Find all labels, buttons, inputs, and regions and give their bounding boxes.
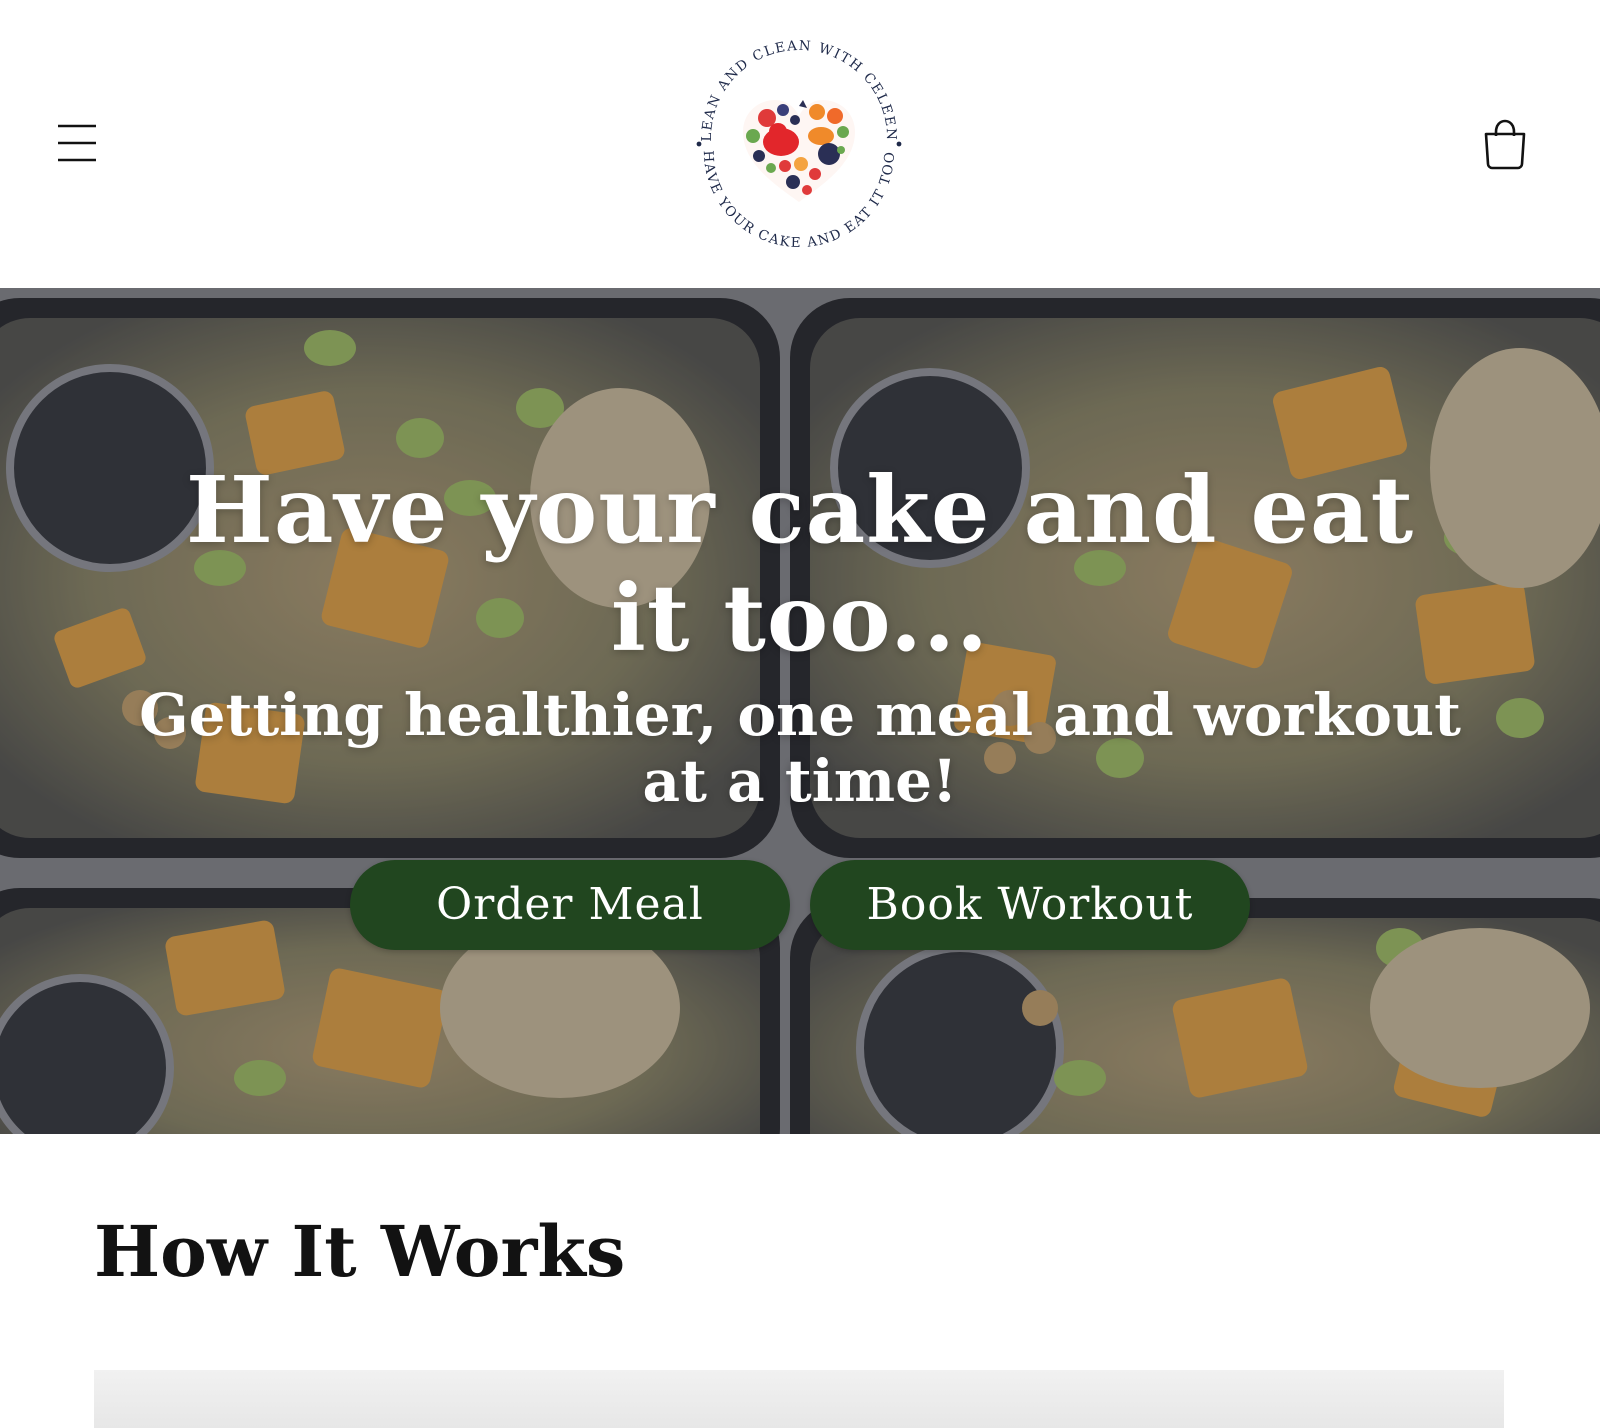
book-workout-button[interactable]: Book Workout (810, 860, 1250, 950)
hero-banner: Have your cake and eat it too... Getting… (0, 288, 1600, 1134)
cart-button[interactable] (1480, 118, 1530, 170)
hero-subtitle: Getting healthier, one meal and workout … (139, 681, 1461, 815)
how-it-works-heading: How It Works (94, 1210, 626, 1293)
heart-fruit-logo: LEAN AND CLEAN WITH CELEEN HAVE YOUR CAK… (696, 38, 902, 251)
site-logo[interactable]: LEAN AND CLEAN WITH CELEEN HAVE YOUR CAK… (686, 28, 912, 258)
shopping-bag-icon (1484, 119, 1526, 170)
how-it-works-media (94, 1370, 1504, 1428)
site-header: LEAN AND CLEAN WITH CELEEN HAVE YOUR CAK… (0, 0, 1600, 288)
hero-content: Have your cake and eat it too... Getting… (0, 456, 1600, 950)
hamburger-menu-icon (58, 124, 96, 162)
menu-button[interactable] (52, 118, 102, 168)
hero-title: Have your cake and eat it too... (185, 456, 1415, 672)
hero-buttons: Order Meal Book Workout (0, 860, 1600, 950)
order-meal-button[interactable]: Order Meal (350, 860, 790, 950)
